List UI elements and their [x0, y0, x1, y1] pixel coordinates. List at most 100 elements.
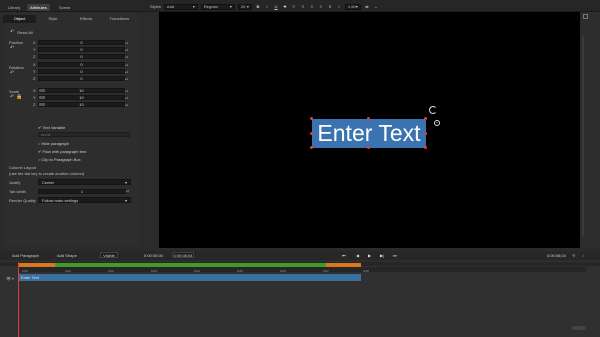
- vertical-scrollbar[interactable]: [582, 36, 584, 236]
- stepper-icon[interactable]: ▴▾: [125, 96, 128, 100]
- track-visibility-icon[interactable]: 👁: [6, 276, 11, 281]
- tab-library[interactable]: Library: [5, 4, 23, 11]
- stepper-icon[interactable]: ▴▾: [125, 55, 128, 59]
- tab-scene[interactable]: Scene: [56, 4, 73, 11]
- go-to-start-icon[interactable]: ⏮: [342, 252, 346, 259]
- scale-y-slider[interactable]: 10: [38, 95, 125, 100]
- underline-button[interactable]: U: [273, 4, 279, 10]
- transport-bar: Add Paragraph Add Shape Visible 0:00:00;…: [0, 251, 600, 260]
- scale-z-slider[interactable]: 10: [38, 102, 125, 107]
- align-left-icon[interactable]: ≡: [291, 4, 297, 10]
- rotate-handle-icon[interactable]: [429, 106, 437, 114]
- rotation-x-slider[interactable]: 0: [38, 62, 125, 67]
- go-to-end-icon[interactable]: ⏭: [393, 252, 397, 259]
- text-object[interactable]: Enter Text: [312, 119, 426, 148]
- text-direction-icon[interactable]: ⇄: [364, 4, 370, 10]
- chevron-down-icon: ▾: [246, 4, 249, 9]
- zoom-slider[interactable]: [572, 326, 586, 330]
- loop-icon[interactable]: ⟲: [572, 252, 575, 259]
- selection-handle[interactable]: [367, 117, 370, 120]
- reset-scale-icon[interactable]: ↶: [10, 94, 14, 100]
- font-weight-select[interactable]: Regular ▾: [200, 3, 235, 10]
- reset-all-button[interactable]: ↶ Reset All: [10, 29, 33, 35]
- subtab-transitions[interactable]: Transitions: [103, 15, 136, 23]
- ruler-tick: 0:06: [280, 269, 286, 273]
- chevron-down-icon: ▾: [192, 4, 195, 9]
- tab-width-slider[interactable]: 1: [38, 188, 126, 194]
- clip-bounds-radio[interactable]: ○ Clip to Paragraph Box: [38, 157, 81, 162]
- tab-attributes[interactable]: Attributes: [27, 4, 50, 11]
- italic-button[interactable]: I: [264, 4, 270, 10]
- move-anchor-icon[interactable]: +: [434, 120, 440, 126]
- add-shape-button[interactable]: Add Shape: [57, 252, 77, 259]
- stepper-icon[interactable]: ▴▾: [125, 89, 128, 93]
- selection-handle[interactable]: [424, 117, 427, 120]
- line-spacing-select[interactable]: 1.50 ▾: [344, 3, 361, 10]
- ruler-tick: 0:04: [194, 269, 200, 273]
- play-icon[interactable]: ▶: [368, 252, 371, 259]
- selection-handle[interactable]: [424, 146, 427, 149]
- font-weight-value: Regular: [203, 4, 218, 9]
- position-x-slider[interactable]: 0: [38, 40, 125, 45]
- scale-x-value: 10: [79, 88, 84, 93]
- text-variable-checkbox[interactable]: ✔ Text Variable: [38, 125, 65, 130]
- align-justify-icon[interactable]: ≡: [318, 4, 324, 10]
- step-back-icon[interactable]: ◀: [356, 252, 359, 259]
- subtab-style[interactable]: Style: [36, 15, 69, 23]
- align-right-icon[interactable]: ≡: [309, 4, 315, 10]
- visible-mode-button[interactable]: Visible: [100, 252, 118, 258]
- scale-x-row: X 10 ▴▾: [33, 88, 130, 93]
- selection-handle[interactable]: [367, 146, 370, 149]
- text-variable-label: Text Variable: [42, 125, 66, 130]
- rotation-y-slider[interactable]: 0: [38, 69, 125, 74]
- chevron-down-icon: ▾: [229, 4, 232, 9]
- scale-y-row: Y 10 ▴▾: [33, 95, 130, 100]
- bold-button[interactable]: B: [255, 4, 261, 10]
- position-y-slider[interactable]: 0: [38, 47, 125, 52]
- time-ruler[interactable]: [18, 267, 586, 272]
- stepper-icon[interactable]: ▴▾: [125, 41, 128, 45]
- add-paragraph-button[interactable]: Add Paragraph: [12, 252, 39, 259]
- stepper-icon[interactable]: ▴▾: [125, 63, 128, 67]
- selection-handle[interactable]: [310, 146, 313, 149]
- vertical-align-icon[interactable]: ⇕: [327, 4, 333, 10]
- step-forward-icon[interactable]: ▶|: [380, 252, 384, 259]
- stepper-icon[interactable]: ▴▾: [125, 77, 128, 81]
- ruler-tick: 0:00: [22, 269, 28, 273]
- strikethrough-button[interactable]: S: [282, 4, 288, 10]
- flow-paragraph-checkbox[interactable]: ✔ Flow with paragraph text: [38, 149, 86, 154]
- panel-toggle-icon[interactable]: [583, 14, 588, 19]
- selection-handle[interactable]: [424, 132, 427, 135]
- reset-rotation-icon[interactable]: ↶: [10, 70, 14, 76]
- stepper-icon[interactable]: ▴▾: [126, 189, 129, 193]
- lock-icon[interactable]: 🔒: [16, 94, 22, 100]
- reset-position-icon[interactable]: ↶: [10, 45, 14, 51]
- align-center-icon[interactable]: ≡: [300, 4, 306, 10]
- selection-handle[interactable]: [310, 117, 313, 120]
- playhead[interactable]: [18, 262, 19, 337]
- expand-track-icon[interactable]: ▾: [12, 276, 14, 281]
- justify-dropdown[interactable]: Center ▾: [38, 179, 131, 185]
- rotation-x-row: X 0 ▴▾: [33, 62, 130, 67]
- timecode-field[interactable]: 0:00:08;04: [172, 252, 194, 258]
- timeline-clip[interactable]: Enter Text: [19, 274, 361, 281]
- selection-handle[interactable]: [310, 132, 313, 135]
- stepper-icon[interactable]: ▴▾: [125, 103, 128, 107]
- font-size-select[interactable]: 20 ▾: [237, 3, 252, 10]
- text-variable-field[interactable]: Text 01: [38, 132, 130, 137]
- style-select[interactable]: Add ▾: [163, 3, 198, 10]
- scale-x-slider[interactable]: 10: [38, 88, 125, 93]
- stepper-icon[interactable]: ▴▾: [125, 48, 128, 52]
- render-quality-dropdown[interactable]: Follow main settings ▾: [38, 197, 131, 203]
- subtab-effects[interactable]: Effects: [70, 15, 103, 23]
- volume-icon[interactable]: ♪: [582, 252, 584, 259]
- rotation-z-slider[interactable]: 0: [38, 76, 125, 81]
- timecode-start: 0:00:00;00: [144, 253, 163, 258]
- hide-paragraph-radio[interactable]: ○ Hide paragraph: [38, 141, 69, 146]
- subtab-object[interactable]: Object: [3, 15, 37, 23]
- position-z-slider[interactable]: 0: [38, 54, 125, 59]
- text-format-bar: Styles Add ▾ Regular ▾ 20 ▾ B I U S ≡ ≡ ≡ ≡…: [150, 3, 379, 10]
- kerning-icon[interactable]: ↔: [373, 4, 379, 10]
- stepper-icon[interactable]: ▴▾: [125, 70, 128, 74]
- line-spacing-icon[interactable]: ↕: [336, 4, 342, 10]
